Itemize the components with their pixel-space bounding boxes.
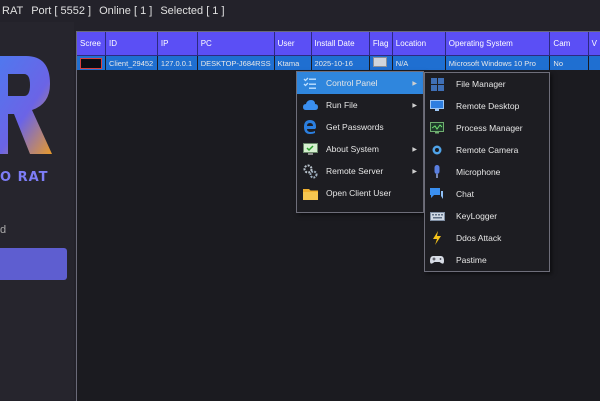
chevron-right-icon: ▶ bbox=[412, 146, 417, 153]
camera-icon bbox=[429, 142, 445, 158]
column-header-user[interactable]: User bbox=[274, 32, 312, 56]
menu-item-label: Remote Server bbox=[326, 166, 384, 176]
submenu-item-file-manager[interactable]: File Manager bbox=[425, 73, 549, 95]
cell-location: N/A bbox=[392, 55, 446, 70]
cell-user: Ktama bbox=[274, 55, 312, 70]
cell-id: Client_29452 bbox=[105, 55, 158, 70]
selected-status: Selected [ 1 ] bbox=[160, 5, 225, 17]
monitor-check-icon bbox=[302, 141, 318, 157]
online-status: Online [ 1 ] bbox=[99, 5, 153, 17]
screen-thumbnail-cell bbox=[77, 55, 106, 70]
sidebar-text: d bbox=[0, 224, 7, 236]
submenu-item-remote-desktop[interactable]: Remote Desktop bbox=[425, 95, 549, 117]
menu-item-label: Control Panel bbox=[326, 78, 378, 88]
menu-item-remote-server[interactable]: Remote Server ▶ bbox=[297, 160, 423, 182]
submenu-item-label: Process Manager bbox=[456, 123, 523, 133]
windows-icon bbox=[429, 76, 445, 92]
cloud-icon bbox=[302, 97, 318, 113]
menu-item-label: About System bbox=[326, 144, 379, 154]
client-table: Scree ID IP PC User Install Date Flag Lo… bbox=[77, 32, 600, 70]
submenu-item-process-manager[interactable]: Process Manager bbox=[425, 117, 549, 139]
table-row[interactable]: Client_29452 127.0.0.1 DESKTOP-J684RSS K… bbox=[77, 55, 600, 70]
submenu-item-label: Ddos Attack bbox=[456, 233, 502, 243]
control-panel-submenu: File Manager Remote Desktop Process Mana… bbox=[424, 72, 550, 272]
microphone-icon bbox=[429, 164, 445, 180]
sidebar-button[interactable] bbox=[0, 248, 67, 280]
menu-item-label: Get Passwords bbox=[326, 122, 384, 132]
submenu-item-keylogger[interactable]: KeyLogger bbox=[425, 205, 549, 227]
column-header-extra[interactable]: V bbox=[588, 32, 600, 56]
submenu-item-microphone[interactable]: Microphone bbox=[425, 161, 549, 183]
column-header-os[interactable]: Operating System bbox=[445, 32, 551, 56]
menu-item-run-file[interactable]: Run File ▶ bbox=[297, 94, 423, 116]
cell-ip: 127.0.0.1 bbox=[157, 55, 198, 70]
gamepad-icon bbox=[429, 252, 445, 268]
process-monitor-icon bbox=[429, 120, 445, 136]
menu-item-about-system[interactable]: About System ▶ bbox=[297, 138, 423, 160]
column-header-install-date[interactable]: Install Date bbox=[311, 32, 370, 56]
context-menu: Control Panel ▶ Run File ▶ Get Passwords… bbox=[296, 71, 424, 213]
chevron-right-icon: ▶ bbox=[412, 80, 417, 87]
cell-cam: No bbox=[549, 55, 589, 70]
submenu-item-label: Remote Desktop bbox=[456, 101, 520, 111]
chevron-right-icon: ▶ bbox=[412, 168, 417, 175]
chevron-right-icon: ▶ bbox=[412, 102, 417, 109]
submenu-item-pastime[interactable]: Pastime bbox=[425, 249, 549, 271]
submenu-item-label: KeyLogger bbox=[456, 211, 498, 221]
submenu-item-remote-camera[interactable]: Remote Camera bbox=[425, 139, 549, 161]
chat-icon bbox=[429, 186, 445, 202]
status-bar: RAT Port [ 5552 ] Online [ 1 ] Selected … bbox=[0, 0, 600, 22]
column-header-screen[interactable]: Scree bbox=[77, 32, 106, 56]
submenu-item-label: Remote Camera bbox=[456, 145, 519, 155]
cell-flag bbox=[369, 55, 393, 70]
logo-text: O RAT bbox=[0, 170, 49, 185]
edge-browser-icon bbox=[302, 119, 318, 135]
column-header-id[interactable]: ID bbox=[105, 32, 158, 56]
menu-item-get-passwords[interactable]: Get Passwords bbox=[297, 116, 423, 138]
lightning-icon bbox=[429, 230, 445, 246]
gears-icon bbox=[302, 163, 318, 179]
submenu-item-label: Chat bbox=[456, 189, 474, 199]
column-header-pc[interactable]: PC bbox=[197, 32, 275, 56]
port-status: Port [ 5552 ] bbox=[31, 5, 92, 17]
keyboard-icon bbox=[429, 208, 445, 224]
cell-os: Microsoft Windows 10 Pro bbox=[445, 55, 551, 70]
screen-thumbnail bbox=[80, 57, 102, 69]
menu-item-label: Run File bbox=[326, 100, 358, 110]
column-header-location[interactable]: Location bbox=[392, 32, 446, 56]
submenu-item-label: File Manager bbox=[456, 79, 506, 89]
app-title-fragment: RAT bbox=[2, 5, 24, 17]
submenu-item-label: Pastime bbox=[456, 255, 487, 265]
submenu-item-chat[interactable]: Chat bbox=[425, 183, 549, 205]
cell-extra bbox=[588, 55, 600, 70]
checklist-icon bbox=[302, 75, 318, 91]
column-header-cam[interactable]: Cam bbox=[549, 32, 589, 56]
cell-pc: DESKTOP-J684RSS bbox=[197, 55, 275, 70]
submenu-item-ddos-attack[interactable]: Ddos Attack bbox=[425, 227, 549, 249]
menu-item-label: Open Client User bbox=[326, 188, 392, 198]
submenu-item-label: Microphone bbox=[456, 167, 501, 177]
folder-icon bbox=[302, 185, 318, 201]
sidebar: O RAT d bbox=[0, 22, 74, 400]
column-header-ip[interactable]: IP bbox=[157, 32, 198, 56]
cell-install-date: 2025-10-16 bbox=[311, 55, 370, 70]
remote-desktop-icon bbox=[429, 98, 445, 114]
logo-icon bbox=[0, 56, 52, 154]
column-header-flag[interactable]: Flag bbox=[369, 32, 393, 56]
flag-icon bbox=[372, 57, 387, 67]
menu-item-open-client-user[interactable]: Open Client User bbox=[297, 182, 423, 204]
menu-item-control-panel[interactable]: Control Panel ▶ bbox=[297, 72, 423, 94]
